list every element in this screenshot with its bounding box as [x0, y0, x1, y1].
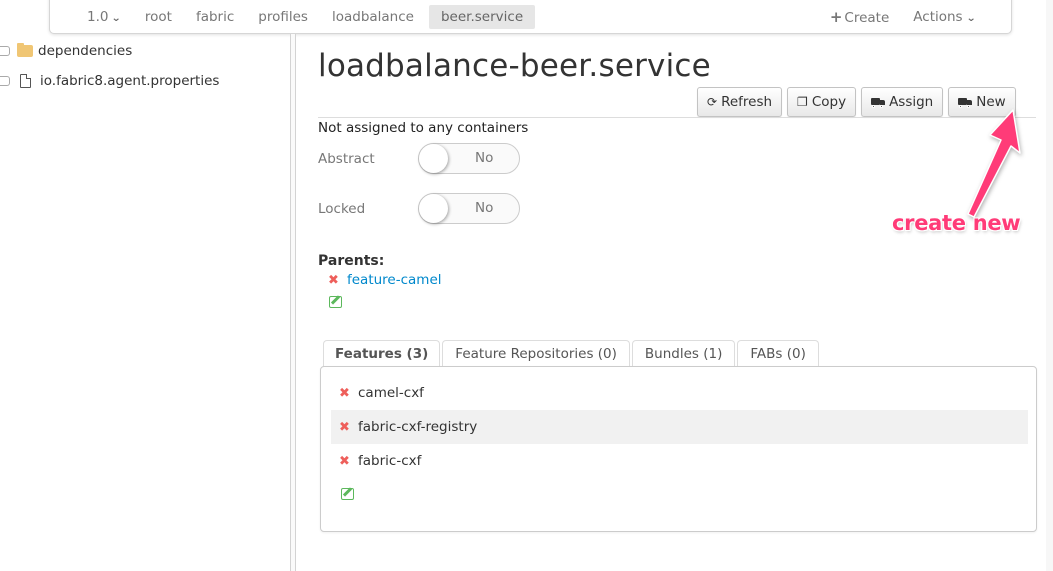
- create-button[interactable]: + Create: [818, 5, 901, 29]
- copy-icon: ❐: [797, 95, 808, 109]
- tree-checkbox[interactable]: [0, 46, 10, 56]
- divider: [318, 117, 1036, 118]
- toggle-knob: [419, 144, 448, 173]
- plus-icon: +: [829, 7, 843, 26]
- assign-button[interactable]: Assign: [861, 87, 944, 117]
- tree-item-agent-properties[interactable]: io.fabric8.agent.properties: [0, 66, 290, 96]
- breadcrumb-fabric[interactable]: fabric: [184, 5, 246, 29]
- file-tree: dependencies io.fabric8.agent.properties: [0, 36, 290, 96]
- assign-label: Assign: [889, 94, 934, 110]
- tab-fabs[interactable]: FABs (0): [737, 340, 819, 367]
- copy-button[interactable]: ❐ Copy: [787, 87, 857, 117]
- breadcrumb-root[interactable]: root: [133, 5, 184, 29]
- tab-feature-repositories[interactable]: Feature Repositories (0): [442, 340, 630, 367]
- feature-name: camel-cxf: [358, 385, 424, 401]
- remove-icon[interactable]: ✖: [339, 420, 358, 435]
- tree-checkbox[interactable]: [0, 76, 10, 86]
- edit-icon: [329, 296, 342, 308]
- refresh-label: Refresh: [721, 94, 773, 110]
- page-title: loadbalance-beer.service: [318, 48, 711, 84]
- toggle-value: No: [475, 150, 494, 166]
- tree-item-label: dependencies: [38, 43, 133, 59]
- feature-list: ✖ camel-cxf ✖ fabric-cxf-registry ✖ fabr…: [331, 376, 1028, 478]
- abstract-label: Abstract: [318, 150, 375, 167]
- actions-label: Actions: [913, 8, 963, 25]
- locked-field: Locked No: [318, 193, 520, 224]
- refresh-button[interactable]: ⟳ Refresh: [697, 87, 783, 117]
- folder-icon: [17, 43, 33, 57]
- file-icon: [20, 74, 31, 88]
- feature-name: fabric-cxf: [358, 453, 422, 469]
- copy-label: Copy: [811, 94, 847, 110]
- feature-name: fabric-cxf-registry: [358, 419, 478, 435]
- remove-icon[interactable]: ✖: [339, 454, 358, 469]
- assignment-status: Not assigned to any containers: [318, 120, 529, 136]
- action-toolbar: ⟳ Refresh ❐ Copy Assign New: [697, 87, 1016, 117]
- breadcrumb-profiles[interactable]: profiles: [246, 5, 320, 29]
- new-button[interactable]: New: [948, 87, 1016, 117]
- truck-icon: [871, 97, 886, 108]
- list-item: ✖ fabric-cxf-registry: [331, 410, 1028, 444]
- edit-parents-button[interactable]: [329, 296, 342, 312]
- chevron-down-icon: ⌄: [965, 12, 976, 24]
- tree-item-label: io.fabric8.agent.properties: [40, 73, 220, 89]
- parents-heading: Parents:: [318, 253, 385, 269]
- list-item: ✖ fabric-cxf: [331, 444, 1028, 478]
- annotation-label: create new: [892, 211, 1021, 235]
- version-label: 1.0: [87, 8, 109, 25]
- breadcrumb-bar: 1.0 ⌄ root fabric profiles loadbalance be…: [49, 0, 1012, 34]
- parent-link[interactable]: feature-camel: [347, 272, 442, 288]
- chevron-down-icon: ⌄: [111, 12, 122, 24]
- truck-icon: [958, 97, 973, 108]
- edit-icon: [341, 488, 354, 500]
- scroll-gutter: [1046, 0, 1053, 571]
- breadcrumb-loadbalance[interactable]: loadbalance: [320, 5, 426, 29]
- create-label: Create: [844, 9, 890, 26]
- new-label: New: [976, 94, 1006, 110]
- toggle-value: No: [475, 200, 494, 216]
- breadcrumb-beer-service[interactable]: beer.service: [428, 4, 536, 29]
- locked-toggle[interactable]: No: [418, 193, 520, 224]
- profile-tabs: Features (3) Feature Repositories (0) Bu…: [323, 340, 819, 367]
- refresh-icon: ⟳: [707, 95, 718, 109]
- features-panel: ✖ camel-cxf ✖ fabric-cxf-registry ✖ fabr…: [320, 366, 1037, 532]
- pane-splitter[interactable]: [290, 34, 296, 571]
- abstract-toggle[interactable]: No: [418, 143, 520, 174]
- tab-bundles[interactable]: Bundles (1): [631, 340, 736, 367]
- locked-label: Locked: [318, 200, 366, 217]
- remove-icon[interactable]: ✖: [328, 273, 347, 288]
- tree-item-dependencies[interactable]: dependencies: [0, 36, 290, 66]
- tab-features[interactable]: Features (3): [323, 340, 441, 367]
- list-item: ✖ camel-cxf: [331, 376, 1028, 410]
- remove-icon[interactable]: ✖: [339, 386, 358, 401]
- parent-item: ✖ feature-camel: [328, 272, 442, 288]
- version-dropdown[interactable]: 1.0 ⌄: [75, 5, 133, 29]
- edit-features-button[interactable]: [341, 488, 354, 504]
- actions-dropdown[interactable]: Actions ⌄: [901, 5, 987, 29]
- toggle-knob: [419, 194, 448, 223]
- abstract-field: Abstract No: [318, 143, 520, 174]
- profile-detail: loadbalance-beer.service ⟳ Refresh ❐ Cop…: [318, 40, 1038, 532]
